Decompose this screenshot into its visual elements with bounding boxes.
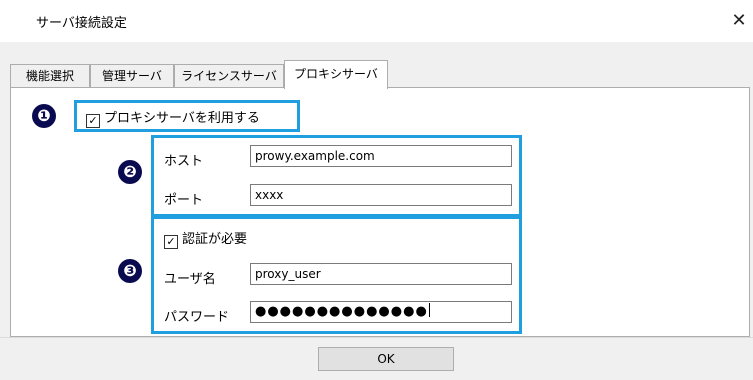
tab-license-server[interactable]: ライセンスサーバ: [174, 64, 284, 88]
require-auth-label: 認証が必要: [182, 232, 248, 247]
username-value: proxy_user: [255, 267, 321, 281]
host-value: prowy.example.com: [255, 149, 375, 163]
footer-divider: [0, 337, 753, 338]
text-caret: [428, 303, 430, 317]
host-label: ホスト: [164, 154, 204, 169]
password-value: ●●●●●●●●●●●●●●: [255, 304, 428, 319]
title-bar: サーバ接続設定 ✕: [0, 0, 753, 42]
port-value: xxxx: [255, 188, 284, 202]
password-input[interactable]: ●●●●●●●●●●●●●●: [250, 301, 512, 323]
tab-label: プロキシサーバ: [294, 67, 378, 81]
tab-feature-selection[interactable]: 機能選択: [10, 64, 90, 88]
ok-button[interactable]: OK: [318, 347, 454, 371]
use-proxy-label: プロキシサーバを利用する: [104, 111, 260, 126]
window-title: サーバ接続設定: [36, 16, 127, 31]
password-label: パスワード: [164, 310, 230, 325]
tab-label: 機能選択: [25, 69, 74, 83]
tab-management-server[interactable]: 管理サーバ: [90, 64, 174, 88]
username-label: ユーザ名: [164, 272, 216, 287]
username-input[interactable]: proxy_user: [250, 263, 512, 285]
port-label: ポート: [164, 193, 204, 208]
checkbox-checked-icon: ✓: [86, 114, 100, 128]
callout-badge-1: ❶: [32, 104, 56, 128]
host-input[interactable]: prowy.example.com: [250, 145, 512, 167]
tab-label: ライセンスサーバ: [181, 69, 277, 83]
require-auth-checkbox[interactable]: ✓ 認証が必要: [164, 228, 247, 249]
use-proxy-checkbox[interactable]: ✓ プロキシサーバを利用する: [86, 107, 260, 128]
callout-badge-2: ❷: [118, 160, 142, 184]
tab-label: 管理サーバ: [102, 69, 162, 83]
dialog-window: サーバ接続設定 ✕ 機能選択 管理サーバ ライセンスサーバ プロキシサーバ ❶ …: [0, 0, 753, 380]
tab-proxy-server[interactable]: プロキシサーバ: [284, 60, 388, 89]
checkbox-checked-icon: ✓: [164, 235, 178, 249]
port-input[interactable]: xxxx: [250, 184, 512, 206]
close-icon[interactable]: ✕: [726, 8, 752, 34]
callout-badge-3: ❸: [118, 259, 142, 283]
